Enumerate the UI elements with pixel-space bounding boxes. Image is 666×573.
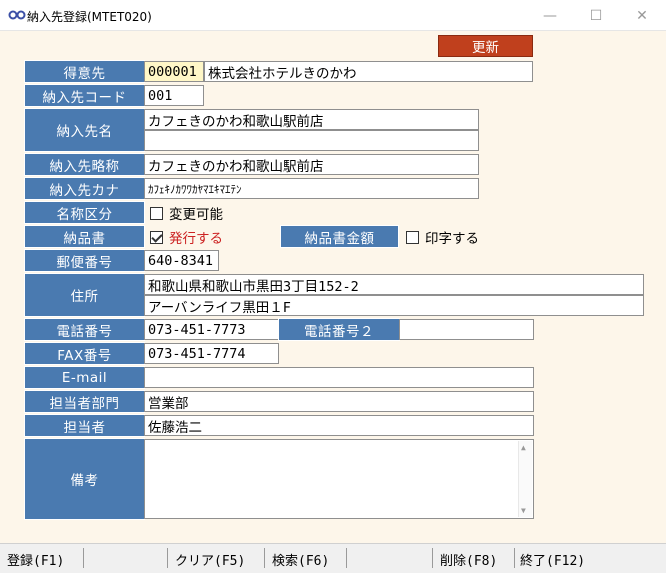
customer-name-field[interactable]: 株式会社ホテルきのかわ [204, 61, 533, 82]
checkbox-box[interactable] [406, 230, 419, 244]
label-postal-code: 郵便番号 [24, 249, 145, 272]
label-phone: 電話番号 [24, 318, 145, 341]
delivery-code-field[interactable]: 001 [144, 85, 204, 106]
phone2-field[interactable] [399, 319, 534, 340]
exit-f12-button[interactable]: 終了(F12) [520, 550, 585, 569]
delivery-name-field-2[interactable] [144, 130, 479, 151]
label-delivery-kana: 納入先カナ [24, 177, 145, 200]
checkbox-checked-icon[interactable] [150, 230, 163, 244]
phone-field[interactable]: 073-451-7773 [144, 319, 279, 340]
print-amount-checkbox[interactable]: 印字する [406, 228, 479, 247]
checkbox-box[interactable] [150, 206, 163, 220]
name-changeable-label: 変更可能 [169, 207, 223, 223]
label-phone2: 電話番号２ [278, 318, 400, 341]
fkey-separator [514, 548, 515, 568]
scroll-up-icon[interactable]: ▲ [521, 443, 526, 452]
address-field-2[interactable]: アーバンライフ黒田１F [144, 295, 644, 316]
fax-field[interactable]: 073-451-7774 [144, 343, 279, 364]
update-button[interactable]: 更新 [438, 35, 533, 57]
maximize-button[interactable]: ☐ [573, 0, 619, 31]
minimize-button[interactable]: — [527, 0, 573, 31]
label-dept: 担当者部門 [24, 390, 145, 413]
title-bar: 納入先登録(MTET020) — ☐ ✕ [0, 0, 666, 31]
address-field-1[interactable]: 和歌山県和歌山市黒田3丁目152-2 [144, 274, 644, 295]
delivery-name-field-1[interactable]: カフェきのかわ和歌山駅前店 [144, 109, 479, 130]
fkey-separator [264, 548, 265, 568]
app-logo-icon [8, 10, 26, 20]
window-title: 納入先登録(MTET020) [27, 10, 152, 24]
label-name-category: 名称区分 [24, 201, 145, 224]
delivery-short-field[interactable]: カフェきのかわ和歌山駅前店 [144, 154, 479, 175]
label-delivery-name: 納入先名 [24, 108, 145, 152]
close-button[interactable]: ✕ [619, 0, 665, 31]
slip-issue-checkbox[interactable]: 発行する [150, 228, 223, 247]
dept-field[interactable]: 営業部 [144, 391, 534, 412]
clear-f5-button[interactable]: クリア(F5) [175, 550, 245, 569]
remarks-textarea[interactable]: ▲ ▼ [144, 439, 534, 519]
remarks-scrollbar[interactable]: ▲ ▼ [518, 441, 532, 517]
label-email: E-mail [24, 366, 145, 389]
fkey-separator [83, 548, 84, 568]
label-address: 住所 [24, 273, 145, 317]
name-changeable-checkbox[interactable]: 変更可能 [150, 204, 223, 223]
label-fax: FAX番号 [24, 342, 145, 365]
slip-issue-label: 発行する [169, 231, 223, 247]
fkey-separator [432, 548, 433, 568]
register-f1-button[interactable]: 登録(F1) [7, 550, 64, 569]
label-customer: 得意先 [24, 60, 145, 83]
label-slip-amount: 納品書金額 [280, 225, 399, 248]
function-key-bar: 登録(F1) クリア(F5) 検索(F6) 削除(F8) 終了(F12) [0, 543, 666, 573]
maximize-icon: ☐ [589, 7, 603, 24]
minimize-icon: — [543, 7, 557, 24]
label-person: 担当者 [24, 414, 145, 437]
fkey-separator [167, 548, 168, 568]
label-remarks: 備考 [24, 438, 145, 520]
label-delivery-code: 納入先コード [24, 84, 145, 107]
search-f6-button[interactable]: 検索(F6) [272, 550, 329, 569]
label-delivery-slip: 納品書 [24, 225, 145, 248]
email-field[interactable] [144, 367, 534, 388]
delivery-kana-field[interactable]: ｶﾌｪｷﾉｶﾜﾜｶﾔﾏｴｷﾏｴﾃﾝ [144, 178, 479, 199]
label-delivery-short: 納入先略称 [24, 153, 145, 176]
close-icon: ✕ [636, 7, 648, 24]
fkey-separator [346, 548, 347, 568]
delete-f8-button[interactable]: 削除(F8) [440, 550, 497, 569]
person-field[interactable]: 佐藤浩二 [144, 415, 534, 436]
postal-code-field[interactable]: 640-8341 [144, 250, 219, 271]
scroll-down-icon[interactable]: ▼ [521, 506, 526, 515]
print-amount-label: 印字する [425, 231, 479, 247]
customer-code-field[interactable]: 000001 [144, 61, 204, 82]
